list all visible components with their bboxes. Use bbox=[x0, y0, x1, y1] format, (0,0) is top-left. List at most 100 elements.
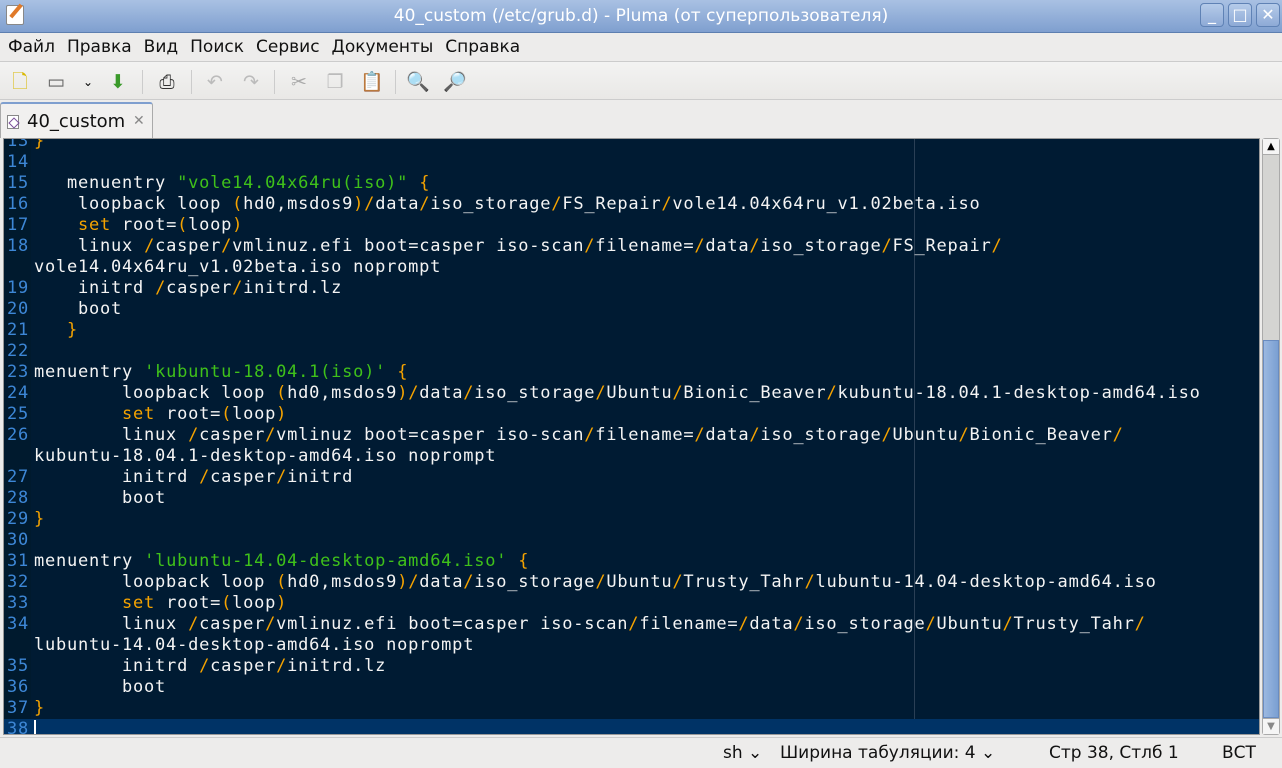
text-token: casper bbox=[166, 278, 233, 298]
code-line[interactable]: 17 set root=(loop) bbox=[4, 215, 1259, 236]
line-number: 33 bbox=[7, 593, 30, 613]
line-text: loopback loop (hd0,msdos9)/data/iso_stor… bbox=[34, 194, 981, 215]
scrollbar-thumb[interactable] bbox=[1263, 340, 1279, 718]
code-line[interactable]: 15 menuentry "vole14.04x64ru(iso)" { bbox=[4, 173, 1259, 194]
code-line[interactable]: 23 menuentry 'kubuntu-18.04.1(iso)' { bbox=[4, 362, 1259, 383]
text-token: loop bbox=[188, 215, 233, 235]
paste-icon[interactable]: 📋 bbox=[360, 70, 384, 94]
keyword-token: / bbox=[584, 236, 596, 256]
code-line[interactable]: 36 boot bbox=[4, 677, 1259, 698]
text-token: initrd.lz bbox=[287, 656, 387, 676]
text-token: data bbox=[419, 383, 464, 403]
menu-search[interactable]: Поиск bbox=[184, 34, 250, 60]
code-line[interactable]: 29} bbox=[4, 509, 1259, 530]
code-line[interactable]: 21 } bbox=[4, 320, 1259, 341]
code-line[interactable]: 20 boot bbox=[4, 299, 1259, 320]
tab-close-icon[interactable]: ✕ bbox=[133, 113, 145, 129]
maximize-button[interactable]: □ bbox=[1228, 3, 1252, 27]
text-editor[interactable]: 13} 14 15 menuentry "vole14.04x64ru(iso)" … bbox=[3, 138, 1260, 735]
text-token: initrd bbox=[34, 278, 156, 298]
menu-file[interactable]: Файл bbox=[2, 34, 61, 60]
menu-help[interactable]: Справка bbox=[439, 34, 526, 60]
code-line[interactable]: 27 initrd /casper/initrd bbox=[4, 467, 1259, 488]
menu-bar: Файл Правка Вид Поиск Сервис Документы С… bbox=[0, 34, 1282, 60]
code-line[interactable]: 13} bbox=[4, 138, 1259, 152]
code-line[interactable]: 19 initrd /casper/initrd.lz bbox=[4, 278, 1259, 299]
line-text: menuentry 'kubuntu-18.04.1(iso)' { bbox=[34, 362, 408, 383]
text-token: hd0,msdos9 bbox=[243, 194, 354, 214]
redo-icon[interactable]: ↷ bbox=[239, 70, 263, 94]
close-button[interactable]: ✕ bbox=[1256, 3, 1280, 27]
code-line-wrap[interactable]: lubuntu-14.04-desktop-amd64.iso noprompt bbox=[4, 635, 1259, 656]
text-token: vmlinuz.efi boot=casper iso-scan bbox=[276, 614, 629, 634]
undo-icon[interactable]: ↶ bbox=[203, 70, 227, 94]
code-line[interactable]: 32 loopback loop (hd0,msdos9)/data/iso_s… bbox=[4, 572, 1259, 593]
code-line[interactable]: 35 initrd /casper/initrd.lz bbox=[4, 656, 1259, 677]
open-icon[interactable]: ▭ bbox=[44, 70, 68, 94]
language-selector[interactable]: sh ⌄ bbox=[723, 743, 762, 763]
keyword-token: ) bbox=[232, 215, 244, 235]
copy-icon[interactable]: ❐ bbox=[323, 70, 347, 94]
code-line[interactable]: 18 linux /casper/vmlinuz.efi boot=casper… bbox=[4, 236, 1259, 257]
code-line[interactable]: 28 boot bbox=[4, 488, 1259, 509]
line-text: } bbox=[34, 320, 78, 341]
keyword-token: / bbox=[749, 236, 761, 256]
code-line[interactable]: 37} bbox=[4, 698, 1259, 719]
code-line[interactable]: 22 bbox=[4, 341, 1259, 362]
open-dropdown-icon[interactable]: ⌄ bbox=[76, 70, 100, 94]
vertical-scrollbar[interactable]: ▲ ▼ bbox=[1262, 138, 1280, 735]
text-token: casper bbox=[210, 467, 277, 487]
keyword-token: )/ bbox=[397, 572, 420, 592]
scroll-down-arrow-icon[interactable]: ▼ bbox=[1263, 718, 1279, 734]
code-line-wrap[interactable]: vole14.04x64ru_v1.02beta.iso noprompt bbox=[4, 257, 1259, 278]
keyword-token: } bbox=[34, 138, 46, 151]
menu-edit[interactable]: Правка bbox=[61, 34, 138, 60]
text-token: Trusty_Tahr bbox=[683, 572, 805, 592]
line-number: 26 bbox=[7, 425, 30, 445]
code-line[interactable]: 24 loopback loop (hd0,msdos9)/data/iso_s… bbox=[4, 383, 1259, 404]
text-token: data bbox=[705, 425, 750, 445]
keyword-token: / bbox=[925, 614, 937, 634]
text-token: casper bbox=[199, 614, 266, 634]
menu-tools[interactable]: Сервис bbox=[250, 34, 326, 60]
text-token: linux bbox=[34, 425, 189, 445]
new-document-icon[interactable]: 🗋 bbox=[8, 70, 32, 94]
text-token: iso_storage bbox=[430, 194, 552, 214]
code-line[interactable]: 26 linux /casper/vmlinuz boot=casper iso… bbox=[4, 425, 1259, 446]
code-line[interactable]: 38 bbox=[4, 719, 1259, 734]
save-icon[interactable]: ⬇ bbox=[106, 70, 130, 94]
code-line[interactable]: 25 set root=(loop) bbox=[4, 404, 1259, 425]
find-icon[interactable]: 🔍 bbox=[406, 70, 430, 94]
replace-icon[interactable]: 🔎 bbox=[443, 70, 467, 94]
code-line[interactable]: 30 bbox=[4, 530, 1259, 551]
code-line[interactable]: 16 loopback loop (hd0,msdos9)/data/iso_s… bbox=[4, 194, 1259, 215]
line-number: 13 bbox=[7, 138, 30, 151]
code-line[interactable]: 33 set root=(loop) bbox=[4, 593, 1259, 614]
scroll-up-arrow-icon[interactable]: ▲ bbox=[1263, 139, 1279, 155]
keyword-token: { bbox=[419, 173, 431, 193]
tab-40-custom[interactable]: 40_custom ✕ bbox=[0, 102, 153, 138]
text-token: FS_Repair bbox=[892, 236, 992, 256]
cut-icon[interactable]: ✂ bbox=[287, 70, 311, 94]
menu-view[interactable]: Вид bbox=[138, 34, 184, 60]
keyword-token: / bbox=[188, 425, 200, 445]
minimize-button[interactable]: _ bbox=[1200, 3, 1224, 27]
text-token: vmlinuz.efi boot=casper iso-scan bbox=[232, 236, 585, 256]
line-number: 31 bbox=[7, 551, 30, 571]
menu-documents[interactable]: Документы bbox=[326, 34, 440, 60]
keyword-token: / bbox=[958, 425, 970, 445]
keyword-token: / bbox=[661, 194, 673, 214]
tab-width-selector[interactable]: Ширина табуляции: 4 ⌄ bbox=[780, 743, 995, 763]
code-line[interactable]: 31 menuentry 'lubuntu-14.04-desktop-amd64… bbox=[4, 551, 1259, 572]
text-token: casper bbox=[155, 236, 222, 256]
code-line[interactable]: 14 bbox=[4, 152, 1259, 173]
code-line-wrap[interactable]: kubuntu-18.04.1-desktop-amd64.iso noprom… bbox=[4, 446, 1259, 467]
code-line[interactable]: 34 linux /casper/vmlinuz.efi boot=casper… bbox=[4, 614, 1259, 635]
keyword-token: } bbox=[34, 698, 46, 718]
string-token: 'lubuntu-14.04-desktop-amd64.iso' bbox=[144, 551, 508, 571]
keyword-token: / bbox=[881, 425, 893, 445]
print-icon[interactable]: ⎙ bbox=[155, 70, 179, 94]
